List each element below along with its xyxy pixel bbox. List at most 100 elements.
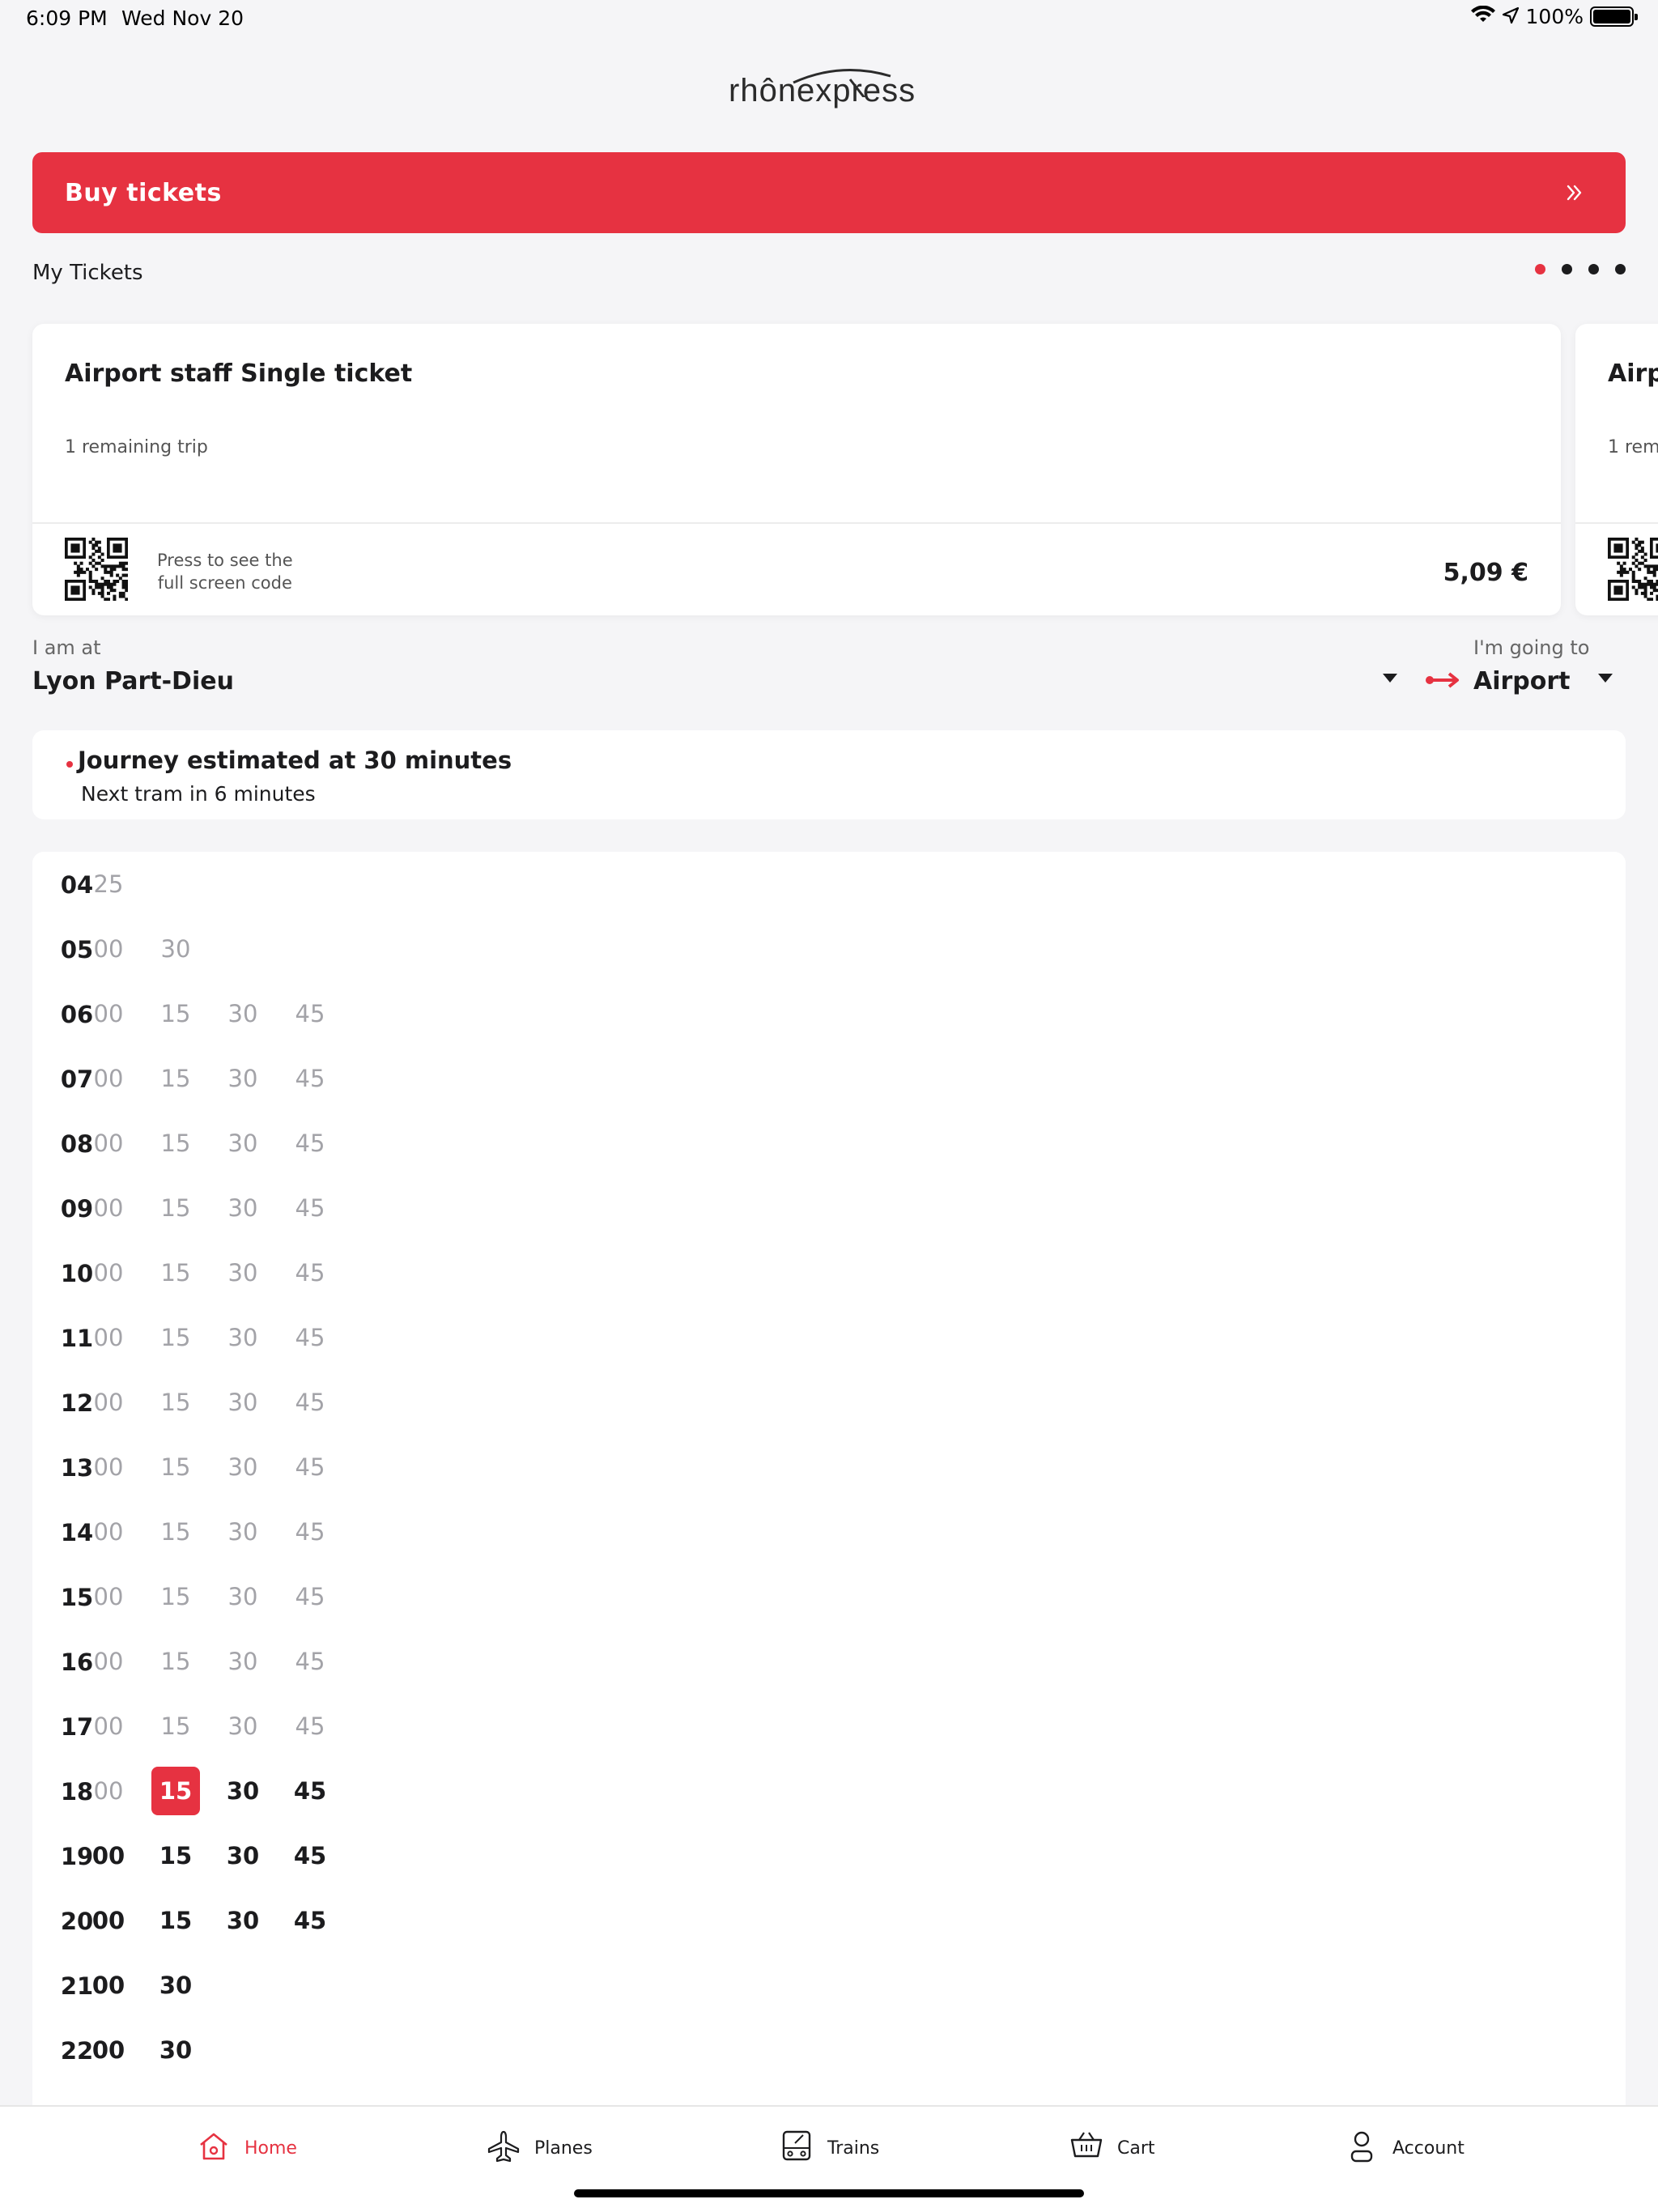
departure-minute: 30 — [226, 1842, 260, 1870]
departure-minute: 00 — [93, 1648, 124, 1675]
departure-minute: 00 — [91, 1907, 125, 1934]
account-icon — [1344, 2129, 1380, 2167]
timetable-row: 11 00 15 30 45 — [32, 1313, 1626, 1362]
departure-minute: 00 — [93, 1583, 124, 1610]
status-date: Wed Nov 20 — [121, 6, 244, 30]
tab-planes[interactable]: Planes — [486, 2128, 593, 2168]
departure-minute: 15 — [160, 1065, 191, 1092]
departure-minute: 45 — [295, 1648, 325, 1675]
ticket-remaining-trips: 1 remaining trip — [65, 437, 208, 457]
departure-minute: 30 — [227, 1453, 258, 1481]
tab-account[interactable]: Account — [1344, 2128, 1465, 2168]
departure-minute: 00 — [93, 1259, 124, 1287]
timetable-row: 15 00 15 30 45 — [32, 1572, 1626, 1621]
qr-code-icon[interactable] — [1608, 538, 1658, 601]
ticket-pager[interactable] — [1535, 264, 1626, 274]
ticket-card-next[interactable]: Airport staff Single ticket 1 remaining … — [1575, 324, 1658, 615]
departure-minute: 30 — [160, 935, 191, 963]
timetable-row: 08 00 15 30 45 — [32, 1119, 1626, 1168]
departure-minute: 00 — [93, 1194, 124, 1222]
departure-minute: 00 — [93, 1712, 124, 1740]
departure-minute: 30 — [227, 1000, 258, 1027]
timetable-row: 05 00 30 — [32, 925, 1626, 973]
departure-minute: 00 — [91, 1972, 125, 1999]
departure-minute: 45 — [295, 1453, 325, 1481]
double-chevron-right-icon — [1566, 177, 1584, 209]
departure-minute: 00 — [93, 1324, 124, 1351]
departure-minute: 45 — [295, 1065, 325, 1092]
destination-select[interactable]: Airport — [1473, 667, 1571, 696]
departure-minute: 45 — [295, 1389, 325, 1416]
departure-minute: 30 — [159, 1972, 193, 1999]
my-tickets-title: My Tickets — [32, 261, 143, 285]
departure-minute: 30 — [226, 1777, 260, 1805]
timetable-row: 12 00 15 30 45 — [32, 1378, 1626, 1427]
journey-duration: Journey estimated at 30 minutes — [78, 747, 512, 774]
departure-minute: 45 — [295, 1324, 325, 1351]
route-selector: I am at Lyon Part-Dieu I'm going to Airp… — [32, 633, 1626, 698]
wifi-icon — [1470, 5, 1495, 28]
ticket-divider — [32, 522, 1561, 524]
pager-dot[interactable] — [1615, 264, 1626, 274]
logo-text: rhônexpress — [729, 73, 916, 108]
status-bar: 6:09 PM Wed Nov 20 100% — [0, 0, 1658, 39]
departure-minute: 15 — [160, 1194, 191, 1222]
timetable-row: 04 25 — [32, 860, 1626, 908]
app-header: rhônexpress — [0, 39, 1658, 120]
pager-dot[interactable] — [1535, 264, 1545, 274]
plane-icon — [486, 2129, 521, 2167]
departure-minute: 00 — [93, 1389, 124, 1416]
app-root: 6:09 PM Wed Nov 20 100% rhônexpress Buy … — [0, 0, 1658, 2212]
departure-minute: 25 — [93, 870, 124, 898]
departure-minute: 30 — [227, 1712, 258, 1740]
train-icon — [779, 2129, 814, 2167]
status-indicators: 100% — [1470, 5, 1638, 28]
destination-dropdown-caret-icon[interactable] — [1598, 674, 1613, 683]
timetable-row: 22 00 30 — [32, 2026, 1626, 2074]
destination-label: I'm going to — [1473, 636, 1590, 659]
departure-minute: 45 — [295, 1518, 325, 1546]
next-tram-info: Next tram in 6 minutes — [81, 782, 316, 806]
tab-label: Trains — [827, 2138, 880, 2159]
ticket-price: 5,09 € — [1443, 559, 1528, 587]
departure-minute: 30 — [159, 2036, 193, 2064]
qr-code-icon[interactable] — [65, 538, 128, 601]
tab-home[interactable]: Home — [196, 2128, 297, 2168]
timetable-row: 10 00 15 30 45 — [32, 1249, 1626, 1297]
tab-cart[interactable]: Cart — [1069, 2128, 1155, 2168]
departure-minute: 15 — [160, 1648, 191, 1675]
departure-minute: 00 — [93, 1777, 124, 1805]
home-indicator[interactable] — [574, 2189, 1084, 2197]
departure-minute: 15 — [160, 1259, 191, 1287]
bullet-dot-icon — [66, 761, 73, 768]
ticket-title: Airport staff Single ticket — [1608, 359, 1658, 388]
departure-minute: 15 — [160, 1129, 191, 1157]
departure-minute: 30 — [226, 1907, 260, 1934]
departure-minute: 15 — [159, 1842, 193, 1870]
status-time: 6:09 PM — [26, 6, 108, 30]
rhonexpress-logo: rhônexpress — [729, 65, 931, 113]
ticket-card[interactable]: Airport staff Single ticket 1 remaining … — [32, 324, 1561, 615]
buy-tickets-label: Buy tickets — [65, 178, 222, 207]
tab-label: Cart — [1117, 2138, 1155, 2159]
departure-minute: 45 — [295, 1583, 325, 1610]
timetable-row: 16 00 15 30 45 — [32, 1637, 1626, 1686]
timetable-row: 18 00 15 30 45 — [32, 1767, 1626, 1815]
departure-minute: 00 — [93, 1129, 124, 1157]
ticket-divider — [1575, 522, 1658, 524]
departure-minute: 15 — [160, 1583, 191, 1610]
origin-select[interactable]: Lyon Part-Dieu — [32, 667, 234, 696]
departure-minute: 00 — [91, 2036, 125, 2064]
departure-minute: 15 — [160, 1712, 191, 1740]
show-fullscreen-code-hint[interactable]: Press to see the full screen code — [157, 549, 293, 594]
tab-trains[interactable]: Trains — [779, 2128, 879, 2168]
pager-dot[interactable] — [1562, 264, 1572, 274]
location-arrow-icon — [1502, 6, 1520, 28]
ticket-title: Airport staff Single ticket — [65, 359, 413, 388]
timetable-row: 07 00 15 30 45 — [32, 1054, 1626, 1103]
buy-tickets-button[interactable]: Buy tickets — [32, 152, 1626, 233]
departure-minute: 30 — [227, 1259, 258, 1287]
pager-dot[interactable] — [1588, 264, 1599, 274]
origin-dropdown-caret-icon[interactable] — [1383, 674, 1397, 683]
ticket-remaining-trips: 1 remaining trip — [1608, 437, 1658, 457]
